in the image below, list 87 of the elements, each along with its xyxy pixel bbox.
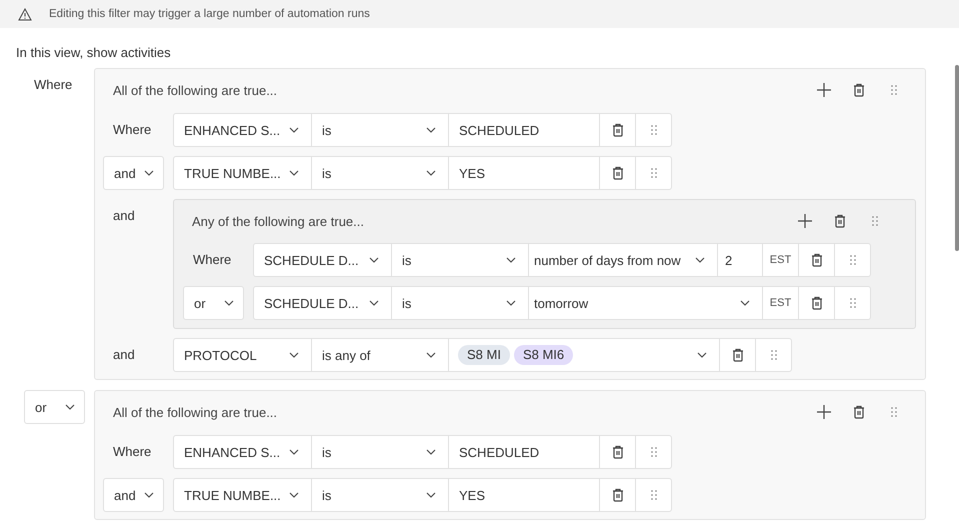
chevron-icon (289, 449, 299, 455)
group-title: All of the following are true... (112, 404, 278, 420)
value-select[interactable]: S8 MI S8 MI6 (448, 339, 719, 371)
trash-icon (612, 123, 624, 137)
operator-select[interactable]: is any of (311, 339, 448, 371)
chevron-icon (426, 352, 436, 358)
trash-icon (612, 445, 624, 459)
trash-icon (810, 253, 822, 267)
warning-text: Editing this filter may trigger a large number of automation runs (49, 8, 370, 20)
filter-heading: In this view, show activities (16, 44, 172, 62)
timezone-label: EST (762, 244, 798, 276)
value-field[interactable]: YES (448, 157, 599, 189)
field-select[interactable]: SCHEDULE D... (254, 287, 391, 319)
chevron-icon (369, 257, 379, 263)
conjunction-select[interactable]: and (103, 478, 164, 512)
drag-handle-icon (770, 350, 776, 360)
drag-handle-icon (850, 298, 856, 308)
trash-icon (852, 405, 864, 419)
trash-icon (732, 348, 744, 362)
conjunction-select[interactable]: or (183, 286, 244, 320)
conjunction-label: Where (33, 76, 74, 94)
drag-handle-icon (650, 168, 656, 178)
warning-icon (18, 8, 32, 20)
chevron-icon (426, 492, 436, 498)
plus-icon (816, 405, 830, 419)
field-select[interactable]: TRUE NUMBE... (174, 157, 311, 189)
chevron-icon (289, 127, 299, 133)
operator-select[interactable]: is (311, 436, 448, 468)
conjunction-select[interactable]: and (103, 156, 164, 190)
drag-handle-icon (850, 255, 856, 265)
chevron-icon (426, 449, 436, 455)
amount-field[interactable]: 2 (717, 244, 762, 276)
field-select[interactable]: ENHANCED S... (174, 436, 311, 468)
chevron-icon (695, 257, 705, 263)
field-select[interactable]: PROTOCOL (174, 339, 311, 371)
group-title: Any of the following are true... (191, 214, 365, 228)
conjunction-label: Where (192, 251, 232, 269)
conjunction-label: Where (112, 443, 152, 461)
chevron-icon (506, 300, 516, 306)
conjunction-select[interactable]: or (24, 390, 85, 424)
operator-select[interactable]: is (311, 479, 448, 511)
chevron-icon (289, 352, 299, 358)
operator-select[interactable]: is (391, 244, 528, 276)
plus-icon (816, 83, 830, 97)
conjunction-label: and (112, 346, 136, 364)
value-tag: S8 MI6 (514, 345, 574, 365)
drag-handle-icon (872, 216, 878, 226)
chevron-icon (740, 300, 750, 306)
value-field[interactable]: YES (448, 479, 599, 511)
trash-icon (834, 214, 846, 228)
plus-icon (798, 214, 812, 228)
timezone-label: EST (762, 287, 798, 319)
chevron-icon (144, 170, 154, 176)
chevron-icon (144, 492, 154, 498)
operator-select[interactable]: is (311, 157, 448, 189)
field-select[interactable]: SCHEDULE D... (254, 244, 391, 276)
chevron-icon (697, 352, 707, 358)
group-title: All of the following are true... (112, 82, 278, 98)
value-field[interactable]: SCHEDULED (448, 114, 599, 146)
operator-select[interactable]: is (311, 114, 448, 146)
value-tag: S8 MI (458, 345, 510, 365)
chevron-icon (289, 492, 299, 498)
conjunction-label: Where (112, 121, 152, 139)
field-select[interactable]: TRUE NUMBE... (174, 479, 311, 511)
chevron-icon (426, 127, 436, 133)
chevron-icon (369, 300, 379, 306)
drag-handle-icon (650, 447, 656, 457)
value-select[interactable]: tomorrow (528, 287, 762, 319)
trash-icon (612, 488, 624, 502)
field-select[interactable]: ENHANCED S... (174, 114, 311, 146)
drag-handle-icon (650, 125, 656, 135)
chevron-icon (289, 170, 299, 176)
drag-handle-icon (890, 85, 896, 95)
value-select[interactable]: number of days from now (528, 244, 717, 276)
trash-icon (810, 296, 822, 310)
chevron-icon (224, 300, 234, 306)
chevron-icon (426, 170, 436, 176)
trash-icon (852, 83, 864, 97)
chevron-icon (506, 257, 516, 263)
conjunction-label: and (112, 207, 136, 225)
chevron-icon (65, 404, 75, 410)
scrollbar[interactable] (955, 65, 959, 251)
drag-handle-icon (650, 490, 656, 500)
operator-select[interactable]: is (391, 287, 528, 319)
trash-icon (612, 166, 624, 180)
drag-handle-icon (890, 407, 896, 417)
value-field[interactable]: SCHEDULED (448, 436, 599, 468)
